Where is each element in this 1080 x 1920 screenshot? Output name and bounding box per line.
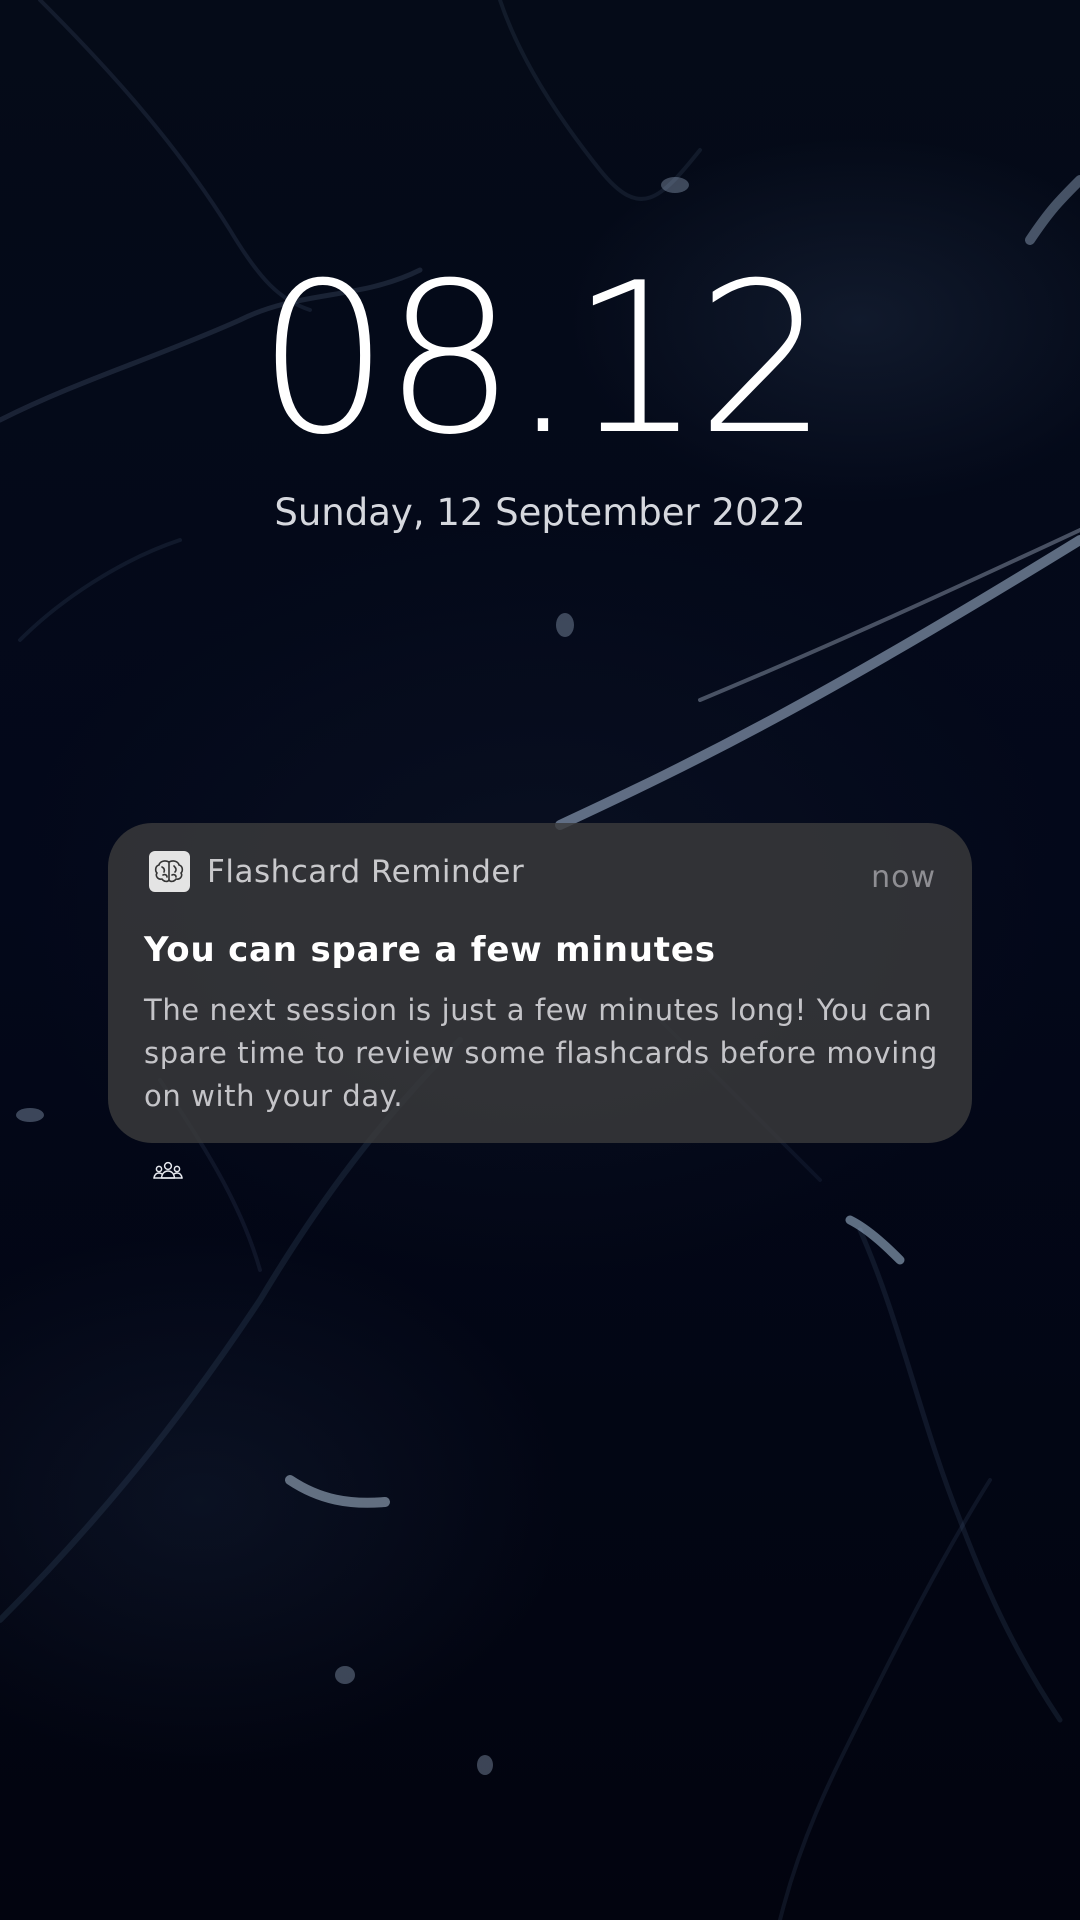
people-group-icon[interactable] (153, 1160, 183, 1182)
wallpaper-vein (18, 538, 182, 642)
wallpaper-speck (335, 1666, 355, 1684)
notification-timestamp: now (871, 860, 936, 895)
lockscreen-clock: 08.12 (257, 239, 828, 481)
lockscreen-date: Sunday, 12 September 2022 (274, 491, 806, 534)
wallpaper-speck (477, 1755, 493, 1775)
wallpaper-speck (556, 613, 574, 637)
wallpaper-vein (555, 535, 1080, 830)
notification-app-name: Flashcard Reminder (207, 854, 525, 890)
brain-icon (149, 851, 190, 892)
lock-screen: 08.12 Sunday, 12 September 2022 Flashcar… (0, 0, 1080, 1920)
wallpaper-speck (16, 1108, 44, 1122)
wallpaper-vein (778, 1478, 992, 1920)
notification-card[interactable]: Flashcard Reminder now You can spare a f… (108, 823, 972, 1143)
wallpaper-vein (698, 528, 1080, 702)
wallpaper-vein (845, 1215, 905, 1265)
wallpaper-vein (285, 1475, 390, 1508)
notification-title: You can spare a few minutes (144, 930, 716, 970)
wallpaper-speck (661, 177, 689, 193)
wallpaper-vein (857, 1227, 1063, 1723)
notification-body: The next session is just a few minutes l… (144, 993, 938, 1113)
wallpaper-vein (1025, 175, 1080, 245)
wallpaper-vein (498, 0, 702, 201)
